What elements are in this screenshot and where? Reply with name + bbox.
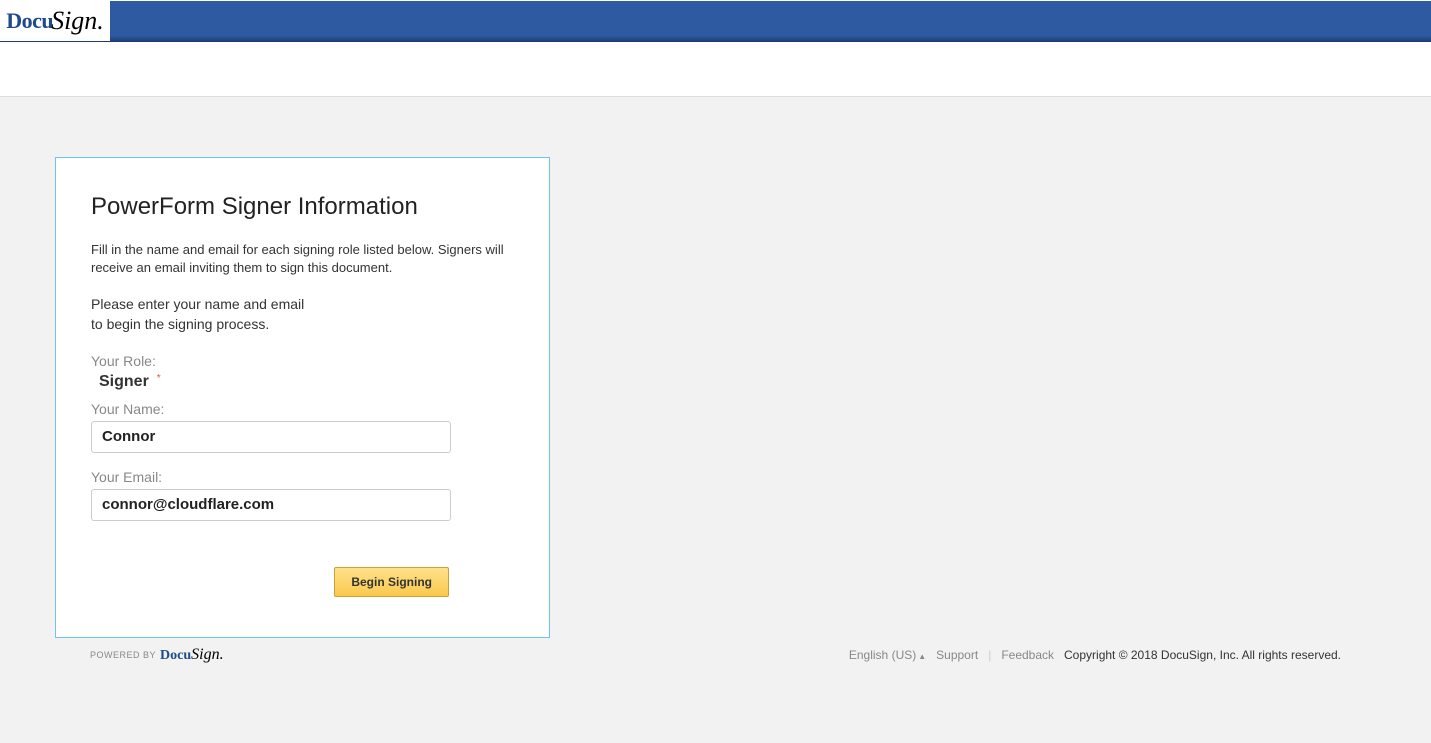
role-value: Signer xyxy=(99,373,149,391)
footer: POWERED BY DocuSign. English (US)▲ Suppo… xyxy=(55,638,1376,672)
required-asterisk-icon: * xyxy=(157,373,161,384)
footer-logo: DocuSign. xyxy=(160,646,224,664)
email-input[interactable] xyxy=(91,489,451,521)
footer-right: English (US)▲ Support | Feedback Copyrig… xyxy=(849,648,1341,662)
begin-signing-button[interactable]: Begin Signing xyxy=(334,567,449,597)
secondary-bar xyxy=(0,42,1431,97)
role-row: Signer * xyxy=(91,373,514,401)
logo-sign-text: Sign. xyxy=(51,6,104,36)
content-area: PowerForm Signer Information Fill in the… xyxy=(0,97,1431,732)
copyright-text: Copyright © 2018 DocuSign, Inc. All righ… xyxy=(1064,648,1341,662)
powerform-card: PowerForm Signer Information Fill in the… xyxy=(55,157,550,638)
name-input[interactable] xyxy=(91,421,451,453)
feedback-link[interactable]: Feedback xyxy=(1001,648,1054,662)
brand-logo: DocuSign. xyxy=(0,1,110,41)
footer-logo-sign: Sign. xyxy=(191,646,223,663)
language-label: English (US) xyxy=(849,648,916,662)
support-link[interactable]: Support xyxy=(936,648,978,662)
powered-by-label: POWERED BY xyxy=(90,650,156,660)
logo-docu-text: Docu xyxy=(6,8,53,34)
form-instruction: Please enter your name and email to begi… xyxy=(91,295,514,334)
page-title: PowerForm Signer Information xyxy=(91,193,514,221)
language-selector[interactable]: English (US)▲ xyxy=(849,648,926,662)
top-banner: DocuSign. xyxy=(0,0,1431,42)
email-label: Your Email: xyxy=(91,469,514,485)
button-row: Begin Signing xyxy=(91,567,514,597)
form-description: Fill in the name and email for each sign… xyxy=(91,241,514,277)
footer-logo-docu: Docu xyxy=(160,648,191,663)
role-label: Your Role: xyxy=(91,353,514,369)
caret-up-icon: ▲ xyxy=(918,652,926,661)
footer-separator: | xyxy=(988,648,991,662)
name-label: Your Name: xyxy=(91,401,514,417)
